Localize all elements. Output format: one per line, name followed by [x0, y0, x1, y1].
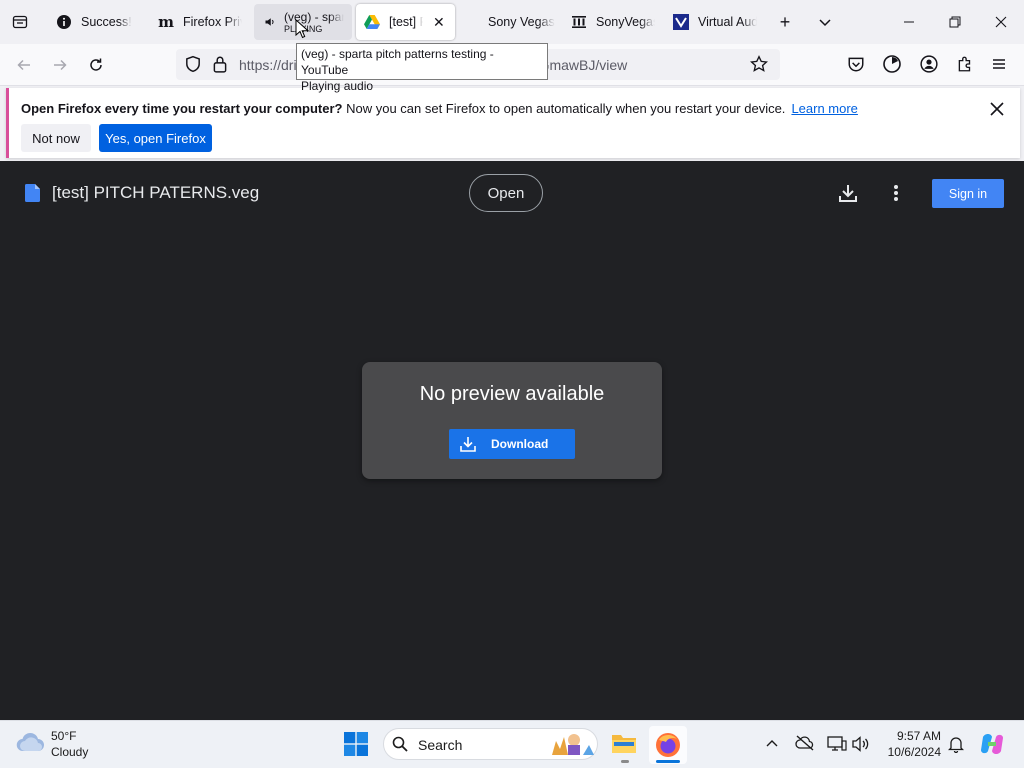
close-tab-icon[interactable]: ✕ [433, 14, 445, 31]
minimize-icon[interactable] [896, 9, 922, 35]
close-window-icon[interactable] [988, 9, 1014, 35]
download-button[interactable]: Download [449, 429, 575, 459]
tab-label: Firefox Privacy [183, 15, 242, 29]
firefox-icon[interactable] [655, 732, 681, 761]
tab-label: Success! [81, 15, 132, 29]
tab-audio-status: PLAYING [284, 24, 344, 34]
forward-icon[interactable] [46, 51, 74, 79]
not-now-button[interactable]: Not now [21, 124, 91, 152]
sign-in-button[interactable]: Sign in [932, 179, 1004, 208]
running-indicator [621, 760, 629, 763]
download-label: Download [491, 437, 549, 451]
notification-bold-text: Open Firefox every time you restart your… [21, 101, 343, 116]
close-notification-icon[interactable] [985, 97, 1009, 121]
extension-timer-icon[interactable] [882, 54, 902, 77]
download-icon [459, 435, 477, 456]
notification-bell-icon[interactable] [947, 735, 965, 756]
mouse-cursor-icon [295, 18, 310, 42]
volume-icon[interactable] [851, 735, 871, 756]
yes-open-firefox-button[interactable]: Yes, open Firefox [99, 124, 212, 152]
notification-text: Now you can set Firefox to open automati… [342, 101, 786, 116]
tab-label: (veg) - sparta pitch patterns testing - … [284, 10, 344, 24]
google-drive-icon [364, 14, 380, 30]
search-highlight-icon [550, 731, 596, 760]
info-icon [56, 14, 72, 30]
search-icon [392, 736, 408, 755]
menu-hamburger-icon[interactable] [991, 55, 1007, 76]
more-options-icon[interactable] [884, 181, 908, 205]
tab-label: [test] PITCH PATERNS.veg [389, 15, 423, 29]
restore-icon[interactable] [942, 9, 968, 35]
library-icon [571, 14, 587, 30]
show-hidden-icons-icon[interactable] [765, 737, 779, 752]
tab-label: Virtual Audio [698, 15, 757, 29]
clock-date[interactable]: 10/6/2024 [885, 745, 941, 759]
network-icon[interactable] [827, 735, 847, 756]
weather-condition[interactable]: Cloudy [51, 745, 88, 759]
onedrive-offline-icon[interactable] [795, 735, 815, 754]
weather-temperature[interactable]: 50°F [51, 729, 76, 743]
tab-tooltip: (veg) - sparta pitch patterns testing - … [296, 43, 548, 93]
file-icon [25, 184, 40, 205]
no-preview-text: No preview available [419, 383, 605, 405]
download-icon[interactable] [836, 181, 860, 205]
tab-success[interactable]: Success! [48, 4, 148, 40]
pocket-icon[interactable] [847, 55, 865, 76]
cloudy-weather-icon[interactable] [15, 731, 45, 756]
tab-label: SonyVegas [596, 15, 655, 29]
tracking-protection-icon[interactable] [184, 55, 202, 76]
notification-message: Open Firefox every time you restart your… [21, 101, 858, 116]
back-icon[interactable] [10, 51, 38, 79]
active-indicator [656, 760, 680, 763]
reload-icon[interactable] [82, 51, 110, 79]
m-logo-icon: m [158, 13, 174, 31]
tab-strip: Success! m Firefox Privacy (veg) - spart… [0, 0, 1024, 44]
tab-firefox-privacy[interactable]: m Firefox Privacy [150, 4, 250, 40]
file-name: [test] PITCH PATERNS.veg [52, 183, 260, 202]
tab-sonyvegas-library[interactable]: SonyVegas [563, 4, 663, 40]
list-tabs-icon[interactable] [812, 9, 838, 35]
file-explorer-icon[interactable] [611, 731, 637, 758]
speaker-icon [262, 14, 278, 30]
tooltip-status: Playing audio [301, 79, 374, 93]
copilot-icon[interactable] [979, 731, 1005, 760]
tab-sony-vegas[interactable]: Sony Vegas [459, 4, 563, 40]
new-tab-icon[interactable]: + [772, 9, 798, 35]
no-preview-card [362, 362, 662, 479]
extensions-icon[interactable] [956, 55, 974, 76]
windows-start-icon[interactable] [344, 732, 368, 759]
clock-time[interactable]: 9:57 AM [885, 729, 941, 743]
account-icon[interactable] [920, 55, 938, 76]
bookmark-star-icon[interactable] [750, 55, 768, 76]
lock-icon[interactable] [212, 55, 228, 76]
open-button[interactable]: Open [469, 174, 543, 212]
firefox-view-icon[interactable] [7, 9, 33, 35]
vac-icon [673, 14, 689, 30]
search-placeholder: Search [418, 737, 463, 753]
tab-virtual-audio[interactable]: Virtual Audio [665, 4, 765, 40]
learn-more-link[interactable]: Learn more [791, 101, 857, 116]
tooltip-title: (veg) - sparta pitch patterns testing - … [301, 47, 494, 77]
tab-google-drive[interactable]: [test] PITCH PATERNS.veg ✕ [356, 4, 455, 40]
tab-label: Sony Vegas [488, 15, 555, 29]
